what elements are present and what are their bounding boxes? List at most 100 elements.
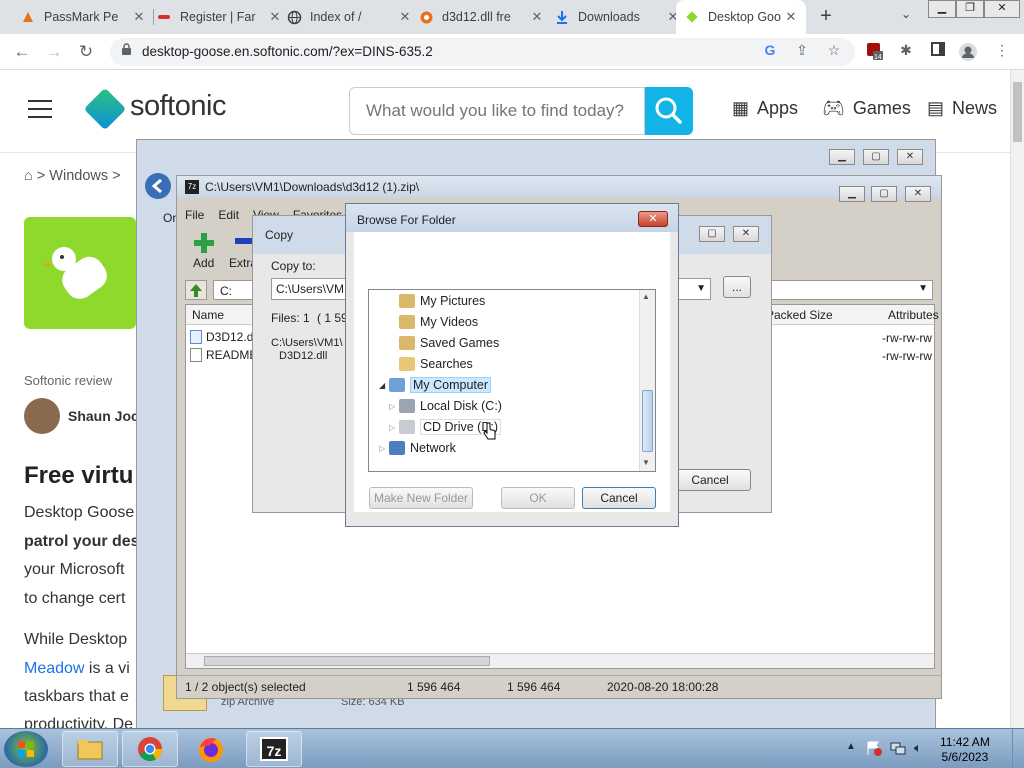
chevron-down-icon[interactable]: ⌄: [896, 7, 916, 27]
close-icon[interactable]: ✕: [132, 9, 146, 25]
tree-item-local-disk[interactable]: ▷ Local Disk (C:): [389, 396, 502, 416]
close-button[interactable]: ✕: [638, 211, 668, 227]
volume-icon[interactable]: 🔈︎: [914, 740, 930, 756]
tab-desktop-goose[interactable]: Desktop Goo ✕: [676, 0, 806, 34]
scroll-down-icon[interactable]: ▼: [642, 458, 650, 467]
expanded-arrow-icon[interactable]: ◢: [379, 381, 389, 390]
maximize-button[interactable]: ▢: [871, 186, 897, 202]
menu-edit[interactable]: Edit: [218, 208, 239, 222]
minimize-button[interactable]: ▁: [928, 0, 956, 18]
folder-tree[interactable]: My Pictures My Videos Saved Games Search…: [368, 289, 656, 472]
nav-news[interactable]: ▤ News: [927, 98, 997, 119]
close-window-button[interactable]: ✕: [984, 0, 1020, 18]
nav-games[interactable]: 🎮︎ Games: [822, 98, 911, 119]
tree-item-saved-games[interactable]: Saved Games: [399, 333, 499, 353]
table-row[interactable]: D3D12.dl: [190, 329, 256, 345]
scrollbar-thumb[interactable]: [204, 656, 490, 666]
cancel-button[interactable]: Cancel: [669, 469, 751, 491]
extensions-puzzle-icon[interactable]: ✱: [896, 42, 916, 62]
search-button[interactable]: [645, 87, 693, 135]
softonic-logo-icon[interactable]: [83, 87, 127, 131]
taskbar-chrome[interactable]: [122, 731, 178, 767]
tree-scrollbar[interactable]: ▲ ▼: [639, 290, 655, 471]
status-bar: 1 / 2 object(s) selected 1 596 464 1 596…: [177, 675, 941, 697]
tree-item-network[interactable]: ▷ Network: [379, 438, 456, 458]
scrollbar-thumb[interactable]: [1013, 82, 1022, 142]
share-icon[interactable]: ⇪: [792, 42, 812, 62]
close-button[interactable]: ✕: [897, 149, 923, 165]
taskbar-firefox[interactable]: [196, 735, 226, 765]
tree-item-my-computer[interactable]: ◢ My Computer: [379, 375, 492, 395]
browse-button[interactable]: ...: [723, 276, 751, 298]
maximize-button[interactable]: ▢: [699, 226, 725, 242]
svg-text:14: 14: [874, 54, 882, 60]
new-tab-button[interactable]: +: [812, 4, 840, 30]
back-button[interactable]: ←: [10, 40, 34, 64]
menu-file[interactable]: File: [185, 208, 204, 222]
collapsed-arrow-icon[interactable]: ▷: [379, 444, 389, 453]
taskbar-explorer[interactable]: [62, 731, 118, 767]
close-icon[interactable]: ✕: [784, 9, 798, 25]
tree-item-searches[interactable]: Searches: [399, 354, 473, 374]
collapsed-arrow-icon[interactable]: ▷: [389, 402, 399, 411]
column-attributes[interactable]: Attributes: [888, 308, 939, 322]
add-button[interactable]: Add: [193, 256, 214, 270]
scrollbar-thumb[interactable]: [642, 390, 653, 452]
goose-icon: [42, 247, 107, 299]
clock[interactable]: 11:42 AM 5/6/2023: [940, 735, 990, 765]
paragraph-line: patrol your des: [24, 533, 140, 550]
nav-apps[interactable]: ▦ Apps: [732, 98, 798, 119]
brand-name[interactable]: softonic: [130, 90, 226, 123]
search-input[interactable]: [350, 88, 644, 134]
ok-button[interactable]: OK: [501, 487, 575, 509]
reload-button[interactable]: ↻: [74, 40, 98, 64]
tab-passmark[interactable]: PassMark Pe ✕: [12, 0, 154, 34]
close-icon[interactable]: ✕: [530, 9, 544, 25]
side-panel-icon[interactable]: [928, 42, 948, 62]
cancel-button[interactable]: Cancel: [582, 487, 656, 509]
minimize-button[interactable]: ▁: [829, 149, 855, 165]
folder-up-icon[interactable]: [185, 280, 207, 300]
search-box[interactable]: [349, 87, 645, 135]
close-button[interactable]: ✕: [905, 186, 931, 202]
network-tray-icon[interactable]: [890, 740, 906, 756]
minimize-button[interactable]: ▁: [839, 186, 865, 202]
google-icon[interactable]: G: [760, 42, 780, 62]
address-bar[interactable]: desktop-goose.en.softonic.com/?ex=DINS-6…: [110, 38, 855, 66]
close-button[interactable]: ✕: [733, 226, 759, 242]
collapsed-arrow-icon[interactable]: ▷: [389, 423, 399, 432]
page-scrollbar[interactable]: [1010, 70, 1024, 728]
dropdown-arrow-icon[interactable]: ▼: [918, 283, 928, 294]
taskbar-7zip[interactable]: 7z: [246, 731, 302, 767]
hamburger-menu-icon[interactable]: [28, 100, 52, 118]
tab-index[interactable]: Index of / ✕: [278, 0, 420, 34]
restore-button[interactable]: ❐: [956, 0, 984, 18]
forward-button[interactable]: →: [42, 40, 66, 64]
column-packed[interactable]: Packed Size: [766, 308, 833, 322]
tab-register[interactable]: Register | Far ✕: [148, 0, 290, 34]
make-new-folder-button[interactable]: Make New Folder: [369, 487, 473, 509]
table-row[interactable]: README: [190, 347, 257, 363]
horizontal-scrollbar[interactable]: [186, 653, 934, 668]
scroll-up-icon[interactable]: ▲: [642, 292, 650, 301]
tree-item-my-pictures[interactable]: My Pictures: [399, 291, 485, 311]
meadow-link[interactable]: Meadow: [24, 660, 84, 677]
extension-badge-icon[interactable]: 14: [864, 42, 884, 62]
show-desktop-button[interactable]: [1012, 729, 1024, 768]
profile-avatar-icon[interactable]: [958, 42, 978, 62]
column-name[interactable]: Name: [192, 308, 224, 322]
home-icon[interactable]: ⌂: [24, 168, 33, 184]
author-name[interactable]: Shaun Joc: [68, 408, 139, 424]
tab-d3d12[interactable]: d3d12.dll fre ✕: [410, 0, 552, 34]
tab-downloads[interactable]: Downloads ✕: [546, 0, 688, 34]
start-button[interactable]: [4, 731, 48, 767]
bookmark-star-icon[interactable]: ☆: [824, 42, 844, 62]
dropdown-arrow-icon[interactable]: ▼: [696, 283, 706, 294]
tree-item-my-videos[interactable]: My Videos: [399, 312, 478, 332]
add-plus-icon[interactable]: [193, 232, 215, 254]
kebab-menu-icon[interactable]: ⋮: [992, 42, 1012, 62]
maximize-button[interactable]: ▢: [863, 149, 889, 165]
show-hidden-icons-icon[interactable]: ▲: [846, 741, 856, 752]
back-arrow-icon[interactable]: [145, 173, 171, 199]
flag-alert-icon[interactable]: [866, 740, 882, 756]
